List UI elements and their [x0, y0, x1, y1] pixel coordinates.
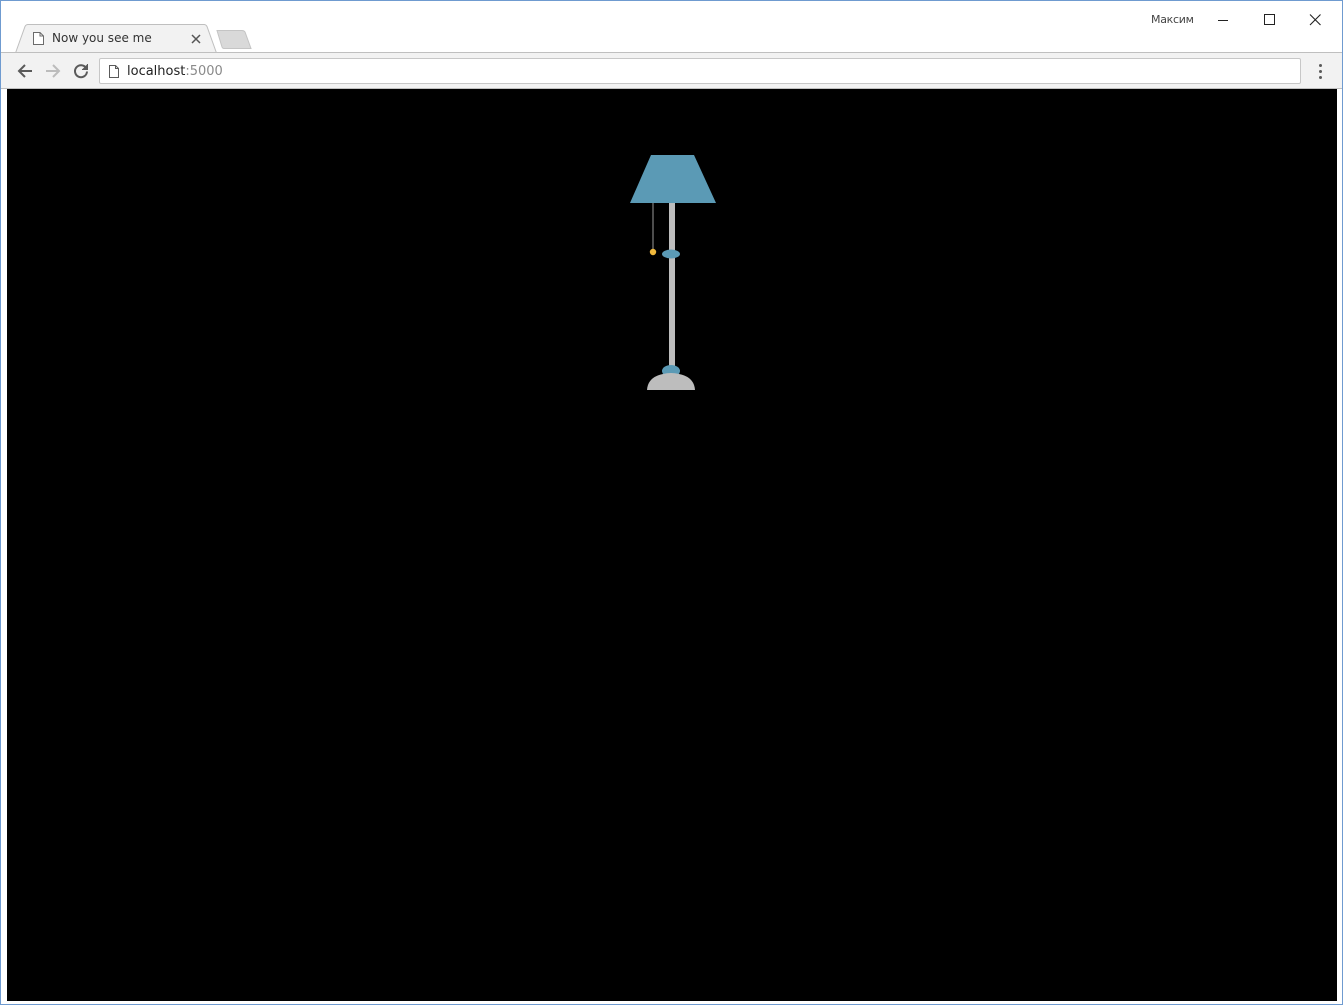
floor-lamp: [630, 155, 716, 390]
maximize-icon: [1264, 14, 1275, 25]
lamp-pole: [669, 199, 675, 371]
close-icon: [1309, 14, 1321, 26]
minimize-button[interactable]: [1200, 1, 1246, 37]
lamp-joint: [662, 249, 680, 259]
reload-icon: [74, 64, 88, 79]
browser-window: Now you see me Максим localhost:5000: [0, 0, 1343, 1005]
page-icon: [33, 32, 44, 45]
tab-active[interactable]: Now you see me: [15, 24, 217, 53]
browser-menu-button[interactable]: [1310, 60, 1330, 82]
window-close-button[interactable]: [1292, 1, 1338, 37]
menu-dot: [1319, 64, 1322, 67]
arrow-right-icon: [46, 64, 61, 78]
url-port: :5000: [185, 64, 223, 79]
lamp-shade[interactable]: [630, 155, 716, 203]
page-icon: [109, 65, 119, 78]
address-bar[interactable]: localhost:5000: [99, 58, 1301, 84]
tab-title: Now you see me: [52, 31, 152, 45]
close-icon[interactable]: [189, 32, 203, 46]
reload-button[interactable]: [69, 59, 93, 83]
tab-strip: Now you see me Максим: [1, 1, 1342, 53]
lamp-pull-cord-knob[interactable]: [649, 248, 657, 256]
arrow-left-icon: [17, 64, 32, 78]
lamp-base: [647, 373, 695, 390]
back-button[interactable]: [13, 59, 37, 83]
new-tab-button[interactable]: [215, 30, 253, 49]
url-text[interactable]: localhost:5000: [127, 64, 223, 79]
profile-name[interactable]: Максим: [1151, 13, 1194, 26]
page-viewport: [7, 89, 1337, 1001]
forward-button[interactable]: [41, 59, 65, 83]
minimize-icon: [1218, 20, 1228, 21]
menu-dot: [1319, 70, 1322, 73]
url-host: localhost: [127, 64, 186, 79]
menu-dot: [1319, 76, 1322, 79]
maximize-button[interactable]: [1246, 1, 1292, 37]
toolbar: localhost:5000: [1, 52, 1342, 89]
